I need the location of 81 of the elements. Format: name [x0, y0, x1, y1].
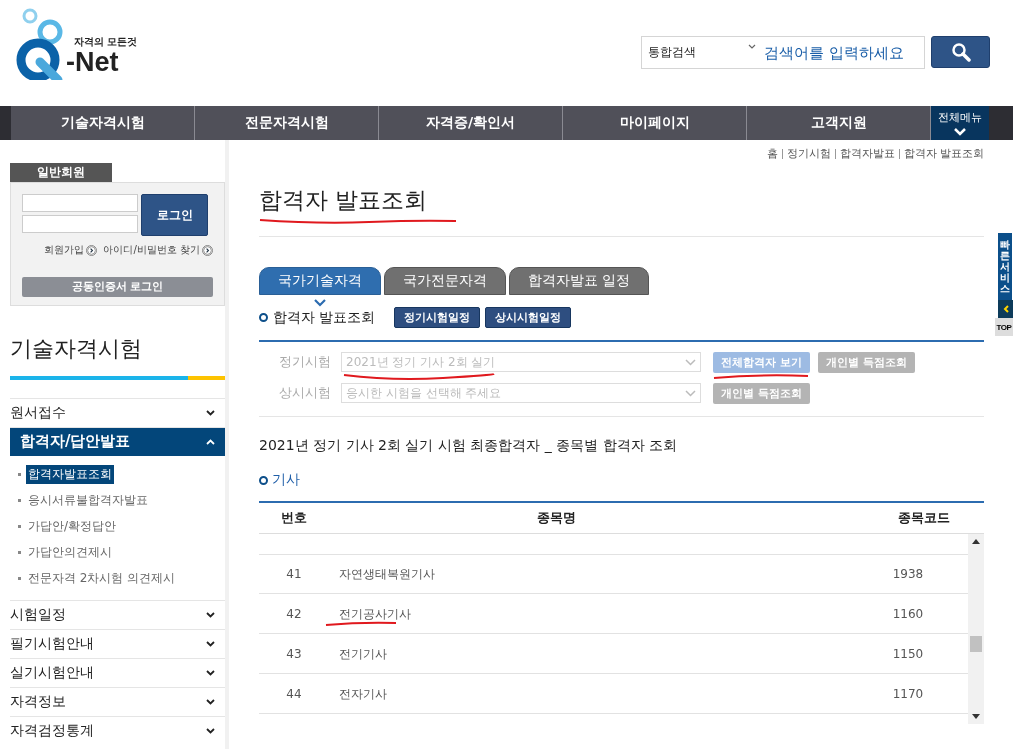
page-title: 합격자 발표조회 — [259, 186, 429, 215]
chevron-down-icon — [954, 128, 966, 136]
filter-label: 정기시험 — [279, 353, 332, 371]
chevron-down-icon — [206, 640, 215, 647]
submenu-item[interactable]: 가답안의견제시 — [26, 543, 114, 562]
table-cell-text: 1170 — [891, 687, 925, 701]
table-cell: 전기기사 — [339, 646, 387, 661]
logo-tagline: 자격의 모든것 — [74, 35, 138, 49]
tab[interactable]: 국가기술자격 — [259, 267, 381, 295]
scroll-thumb[interactable] — [970, 636, 982, 652]
password-field[interactable] — [22, 215, 138, 233]
scroll-up-icon[interactable] — [972, 539, 980, 544]
sidebar-item[interactable]: 자격검정통계 — [10, 716, 225, 745]
chevron-down-icon — [748, 44, 756, 49]
arrow-icon — [202, 244, 213, 256]
table-cell-text: 1938 — [891, 567, 925, 581]
group-title: 기사 — [272, 471, 300, 489]
search-scope-select[interactable]: 통합검색 — [642, 44, 762, 61]
chevron-down-icon — [685, 389, 696, 397]
table-cell: 전기공사기사 — [339, 606, 411, 621]
login-button[interactable]: 로그인 — [141, 194, 208, 236]
table-cell-text: 42 — [285, 607, 303, 621]
table-cell-text: 1160 — [891, 607, 925, 621]
bullet-icon — [259, 313, 268, 322]
sidebar-item[interactable]: 합격자/답안발표 — [10, 427, 225, 456]
bullet-icon — [259, 475, 268, 485]
chevron-down-icon — [206, 727, 215, 734]
sidebar-item[interactable]: 시험일정 — [10, 600, 225, 629]
all-menu-button[interactable]: 전체메뉴 — [931, 106, 989, 140]
search-field[interactable]: 통합검색 검색어를 입력하세요 — [641, 36, 925, 69]
column-header: 종목코드 — [897, 509, 951, 527]
table-cell-text: 41 — [285, 567, 303, 581]
logo-name: -Net — [66, 49, 120, 76]
arrow-icon — [86, 244, 98, 256]
section-title: 합격자 발표조회 — [273, 308, 376, 327]
chevron-left-icon — [1002, 305, 1009, 313]
id-field[interactable] — [22, 194, 138, 212]
schedule-button[interactable]: 상시시험일정 — [485, 307, 572, 328]
quick-service-tab[interactable]: 빠른서비스 — [998, 233, 1012, 300]
login-link[interactable]: 회원가입 — [44, 243, 98, 257]
submenu-item[interactable]: 가답안/확정답안 — [26, 517, 119, 536]
sidebar-item[interactable]: 필기시험안내 — [10, 629, 225, 658]
tab[interactable]: 국가전문자격 — [384, 267, 506, 295]
chevron-down-icon — [206, 409, 215, 416]
table-cell-text: 43 — [285, 647, 303, 661]
search-icon — [950, 42, 971, 62]
table-cell: 자연생태복원기사 — [339, 566, 435, 581]
table-cell: 전자기사 — [339, 686, 387, 701]
chevron-down-icon — [206, 669, 215, 676]
filter-label: 상시시험 — [279, 384, 332, 402]
nav-bar-edge — [0, 106, 11, 140]
submenu-item[interactable]: 전문자격 2차시험 의견제시 — [26, 569, 178, 588]
submenu-item[interactable]: 합격자발표조회 — [26, 465, 114, 484]
column-header: 종목명 — [536, 509, 577, 527]
nav-bar-edge — [989, 106, 1013, 140]
sidebar-item[interactable]: 원서접수 — [10, 398, 225, 427]
chevron-down-icon — [206, 611, 215, 618]
login-link[interactable]: 아이디/비밀번호 찾기 — [103, 243, 213, 257]
collapse-button[interactable] — [998, 300, 1013, 318]
schedule-button[interactable]: 정기시험일정 — [394, 307, 481, 328]
breadcrumb-link[interactable]: 정기시험 — [781, 148, 831, 159]
search-button[interactable] — [931, 36, 990, 68]
tab[interactable]: 합격자발표 일정 — [509, 267, 650, 295]
scrollbar[interactable] — [968, 534, 984, 724]
sidebar-item[interactable]: 자격정보 — [10, 687, 225, 716]
top-button[interactable]: TOP — [995, 318, 1013, 336]
breadcrumb-link[interactable]: 홈 — [766, 146, 778, 161]
column-header: 번호 — [280, 509, 308, 527]
sidebar-title: 기술자격시험 — [10, 334, 143, 363]
breadcrumb-link[interactable]: 합격자발표 — [834, 148, 895, 159]
table-cell-text: 44 — [285, 687, 303, 701]
table-cell-text: 1150 — [891, 647, 925, 661]
chevron-up-icon — [206, 438, 215, 445]
scroll-down-icon[interactable] — [972, 714, 980, 719]
breadcrumb-link[interactable]: 합격자 발표조회 — [898, 148, 984, 159]
chevron-down-icon — [206, 698, 215, 705]
result-title: 2021년 정기 기사 2회 실기 시험 최종합격자 _ 종목별 합격자 조회 — [259, 437, 679, 455]
submenu-item[interactable]: 응시서류불합격자발표 — [26, 491, 150, 510]
chevron-down-icon — [314, 299, 326, 307]
sidebar-item[interactable]: 실기시험안내 — [10, 658, 225, 687]
chevron-down-icon — [685, 358, 696, 366]
